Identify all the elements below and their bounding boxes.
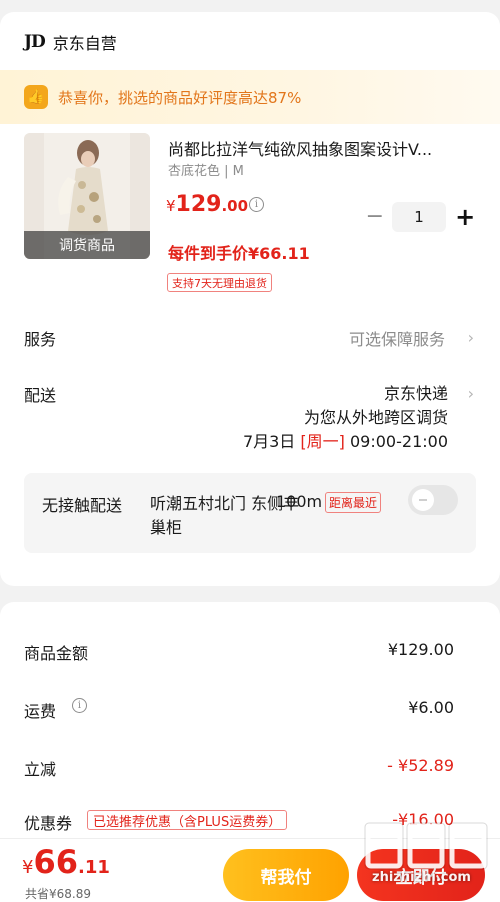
shipping-info-icon[interactable]: i bbox=[72, 698, 87, 713]
shipping-fee-value: ¥6.00 bbox=[408, 698, 454, 717]
delivery-time: 7月3日 [周一] 09:00-21:00 bbox=[243, 430, 448, 454]
unit-final-price: 每件到手价¥66.11 bbox=[168, 244, 310, 263]
delivery-carrier: 京东快递 bbox=[383, 384, 448, 403]
price-decimal: .00 bbox=[221, 197, 249, 215]
service-value[interactable]: 可选保障服务 bbox=[349, 326, 445, 350]
toggle-knob bbox=[412, 489, 434, 511]
service-label: 服务 bbox=[24, 330, 57, 349]
coupon-label: 优惠券 bbox=[24, 814, 73, 833]
shipping-fee-label: 运费 bbox=[24, 702, 57, 721]
contactless-label: 无接触配送 bbox=[42, 496, 123, 515]
quantity-minus-button[interactable]: − bbox=[364, 206, 386, 228]
delivery-time-window: 09:00-21:00 bbox=[350, 432, 448, 451]
product-title[interactable]: 尚都比拉洋气纯欲风抽象图案设计V... bbox=[168, 136, 474, 160]
delivery-weekday: [周一] bbox=[300, 432, 345, 451]
total-symbol: ¥ bbox=[22, 857, 34, 878]
pay-now-button[interactable]: 立即付 bbox=[357, 849, 485, 901]
store-name: 京东自营 bbox=[52, 34, 117, 53]
product-spec[interactable]: 杏底花色 | M bbox=[168, 160, 244, 179]
product-price: ¥ 129 .00 bbox=[166, 192, 248, 217]
discount-label: 立减 bbox=[24, 760, 57, 779]
price-info-icon[interactable]: i bbox=[249, 197, 264, 212]
coupon-value[interactable]: -¥16.00 bbox=[392, 810, 454, 829]
contactless-toggle[interactable] bbox=[408, 485, 458, 515]
total-integer: 66 bbox=[33, 843, 78, 881]
total-decimal: .11 bbox=[77, 857, 110, 878]
nearest-tag: 距离最近 bbox=[325, 492, 382, 513]
product-image-badge: 调货商品 bbox=[24, 231, 150, 259]
pay-for-me-button[interactable]: 帮我付 bbox=[223, 849, 349, 901]
return-policy-tag: 支持7天无理由退货 bbox=[167, 273, 272, 292]
contactless-delivery-box: 无接触配送 听潮五村北门 东侧丰巢柜 100m 距离最近 bbox=[24, 473, 476, 553]
delivery-note: 为您从外地跨区调货 bbox=[303, 408, 448, 427]
store-header: JD 京东自营 bbox=[24, 30, 117, 54]
discount-value: - ¥52.89 bbox=[387, 756, 454, 775]
price-integer: 129 bbox=[175, 192, 222, 217]
rating-banner: 👍 恭喜你，挑选的商品好评度高达87% bbox=[0, 70, 500, 124]
goods-amount-label: 商品金额 bbox=[24, 644, 89, 663]
quantity-plus-button[interactable]: + bbox=[454, 205, 476, 229]
service-chevron-right-icon[interactable]: › bbox=[468, 328, 474, 347]
jd-logo: JD bbox=[24, 32, 46, 52]
product-image[interactable]: 调货商品 bbox=[24, 133, 150, 259]
thumbs-up-icon: 👍 bbox=[24, 85, 48, 109]
total-saved: 共省¥68.89 bbox=[25, 887, 91, 901]
delivery-chevron-right-icon[interactable]: › bbox=[468, 384, 474, 403]
quantity-stepper: − 1 + bbox=[364, 202, 476, 232]
delivery-date: 7月3日 bbox=[242, 432, 296, 451]
coupon-recommend-tag[interactable]: 已选推荐优惠（含PLUS运费券） bbox=[87, 810, 288, 830]
locker-distance: 100m bbox=[276, 492, 323, 511]
banner-text: 恭喜你，挑选的商品好评度高达87% bbox=[58, 88, 302, 107]
quantity-input[interactable]: 1 bbox=[391, 202, 447, 232]
checkout-bar: ¥ 66 .11 共省¥68.89 帮我付 立即付 bbox=[0, 838, 500, 902]
delivery-info[interactable]: 京东快递 为您从外地跨区调货 7月3日 [周一] 09:00-21:00 bbox=[243, 382, 448, 454]
goods-amount-value: ¥129.00 bbox=[387, 640, 454, 659]
total-price: ¥ 66 .11 bbox=[22, 843, 110, 881]
price-symbol: ¥ bbox=[166, 197, 176, 215]
delivery-label: 配送 bbox=[24, 386, 57, 405]
